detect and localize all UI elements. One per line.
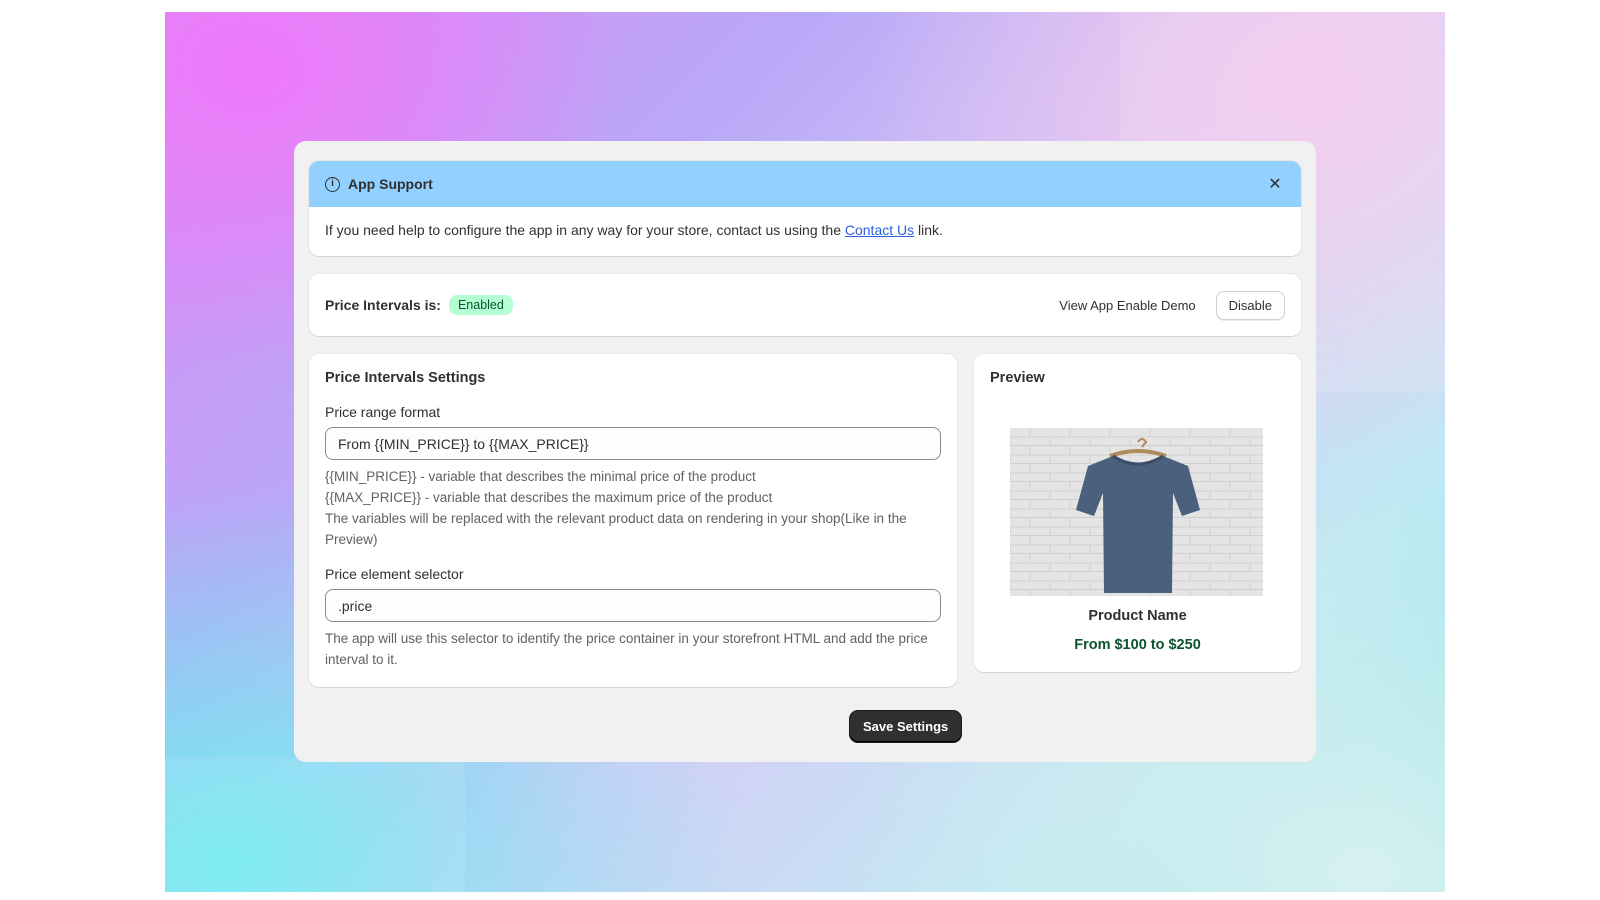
status-badge: Enabled (448, 295, 513, 315)
price-format-label: Price range format (325, 404, 441, 420)
preview-title: Preview (990, 370, 1045, 386)
price-format-help: {{MIN_PRICE}} - variable that describes … (325, 466, 941, 550)
banner-header: i App Support ✕ (309, 161, 1301, 207)
product-name: Product Name (1088, 608, 1187, 624)
status-label: Price Intervals is: (325, 297, 441, 313)
banner-title: App Support (348, 176, 433, 192)
app-page: i App Support ✕ If you need help to conf… (294, 141, 1316, 762)
status-card: Price Intervals is: Enabled View App Ena… (309, 274, 1301, 336)
save-settings-button[interactable]: Save Settings (850, 711, 962, 742)
banner-text-end: link. (914, 222, 943, 238)
app-support-banner: i App Support ✕ If you need help to conf… (309, 161, 1301, 256)
product-image (1010, 428, 1263, 596)
background-panel (165, 757, 465, 892)
help-line: {{MAX_PRICE}} - variable that describes … (325, 490, 773, 505)
disable-button[interactable]: Disable (1215, 290, 1285, 320)
view-demo-link[interactable]: View App Enable Demo (1059, 298, 1195, 313)
product-price: From $100 to $250 (1074, 637, 1201, 653)
tshirt-image (1010, 428, 1263, 596)
price-format-input[interactable] (325, 427, 941, 460)
status-actions: View App Enable Demo Disable (1059, 290, 1285, 320)
settings-card: Price Intervals Settings Price range for… (309, 354, 957, 687)
help-line: {{MIN_PRICE}} - variable that describes … (325, 469, 756, 484)
banner-text: If you need help to configure the app in… (325, 222, 845, 238)
contact-us-link[interactable]: Contact Us (845, 222, 914, 238)
close-icon[interactable]: ✕ (1265, 174, 1285, 194)
help-line: The variables will be replaced with the … (325, 511, 907, 547)
info-icon: i (325, 176, 340, 192)
preview-card: Preview Product Name From $100 to $250 (974, 354, 1301, 672)
price-selector-help: The app will use this selector to identi… (325, 631, 928, 667)
selector-field: Price element selector The app will use … (325, 566, 941, 670)
price-selector-label: Price element selector (325, 566, 464, 582)
settings-title: Price Intervals Settings (325, 370, 486, 386)
price-selector-input[interactable] (325, 589, 941, 622)
banner-body: If you need help to configure the app in… (309, 207, 1301, 253)
